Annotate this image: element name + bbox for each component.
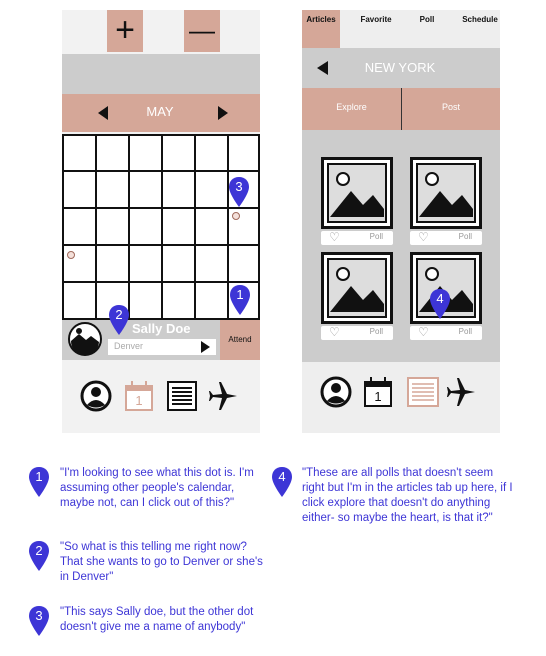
tab-favorite[interactable]: Favorite — [352, 10, 400, 46]
attend-button[interactable]: Attend — [220, 320, 260, 360]
note-pin-1: 1 — [28, 466, 50, 497]
list-nav-icon[interactable] — [167, 381, 197, 411]
tab-poll[interactable]: Poll — [408, 10, 446, 46]
note-text-4: "These are all polls that doesn't seem r… — [302, 467, 513, 524]
calendar-nav-day: 1 — [135, 393, 143, 408]
explore-label: Explore — [336, 102, 367, 112]
list-nav-icon[interactable] — [407, 377, 439, 407]
note-text-1: "I'm looking to see what this dot is. I'… — [60, 467, 254, 509]
attend-label: Attend — [228, 335, 252, 344]
heart-icon[interactable]: ♡ — [329, 230, 340, 244]
note-text-3: "This says Sally doe, but the other dot … — [60, 606, 254, 633]
airplane-nav-icon[interactable] — [207, 380, 239, 412]
next-month-button[interactable] — [218, 106, 228, 120]
back-button[interactable] — [317, 61, 328, 75]
remove-button[interactable]: — — [184, 10, 220, 52]
poll-label[interactable]: Poll — [370, 232, 383, 241]
month-title: MAY — [146, 104, 174, 119]
heart-icon[interactable]: ♡ — [329, 325, 340, 339]
calendar-nav-day: 1 — [374, 389, 382, 404]
note-text-2: "So what is this telling me right now? T… — [60, 541, 263, 583]
image-placeholder-icon — [321, 252, 393, 324]
pin-marker-3: 3 — [228, 176, 250, 207]
heart-icon[interactable]: ♡ — [418, 325, 429, 339]
location-field[interactable]: Denver — [108, 339, 216, 355]
poll-label[interactable]: Poll — [370, 327, 383, 336]
heart-icon[interactable]: ♡ — [418, 230, 429, 244]
city-title: NEW YORK — [364, 60, 436, 75]
explore-button[interactable]: Explore — [302, 88, 401, 130]
avatar — [68, 322, 102, 356]
event-dot-other[interactable] — [67, 251, 75, 259]
header-bar — [62, 54, 260, 94]
event-dot-3[interactable] — [232, 212, 240, 220]
send-icon[interactable] — [201, 341, 210, 353]
post-card-3[interactable]: ♡ Poll — [321, 252, 393, 340]
note-pin-3: 3 — [28, 605, 50, 636]
profile-nav-icon[interactable] — [80, 380, 112, 412]
location-value: Denver — [114, 341, 144, 351]
calendar-nav-icon[interactable]: 1 — [125, 381, 155, 411]
minus-icon: — — [189, 15, 215, 45]
post-button[interactable]: Post — [402, 88, 500, 130]
profile-nav-icon[interactable] — [320, 376, 352, 408]
prev-month-button[interactable] — [98, 106, 108, 120]
pin-marker-4: 4 — [429, 288, 451, 319]
add-button[interactable]: + — [107, 10, 143, 52]
profile-name: Sally Doe — [132, 321, 191, 336]
calendar-nav-icon[interactable]: 1 — [364, 377, 394, 407]
post-card-1[interactable]: ♡ Poll — [321, 157, 393, 245]
plus-icon: + — [115, 11, 135, 49]
tab-articles[interactable]: Articles — [302, 10, 340, 46]
poll-label[interactable]: Poll — [459, 232, 472, 241]
poll-label[interactable]: Poll — [459, 327, 472, 336]
pin-marker-1: 1 — [229, 284, 251, 315]
image-placeholder-icon — [321, 157, 393, 229]
image-placeholder-icon — [410, 157, 482, 229]
airplane-nav-icon[interactable] — [445, 376, 477, 408]
pin-marker-2: 2 — [108, 304, 130, 335]
tab-schedule[interactable]: Schedule — [455, 10, 505, 46]
post-card-2[interactable]: ♡ Poll — [410, 157, 482, 245]
post-label: Post — [441, 102, 460, 112]
note-pin-4: 4 — [271, 466, 293, 497]
note-pin-2: 2 — [28, 540, 50, 571]
